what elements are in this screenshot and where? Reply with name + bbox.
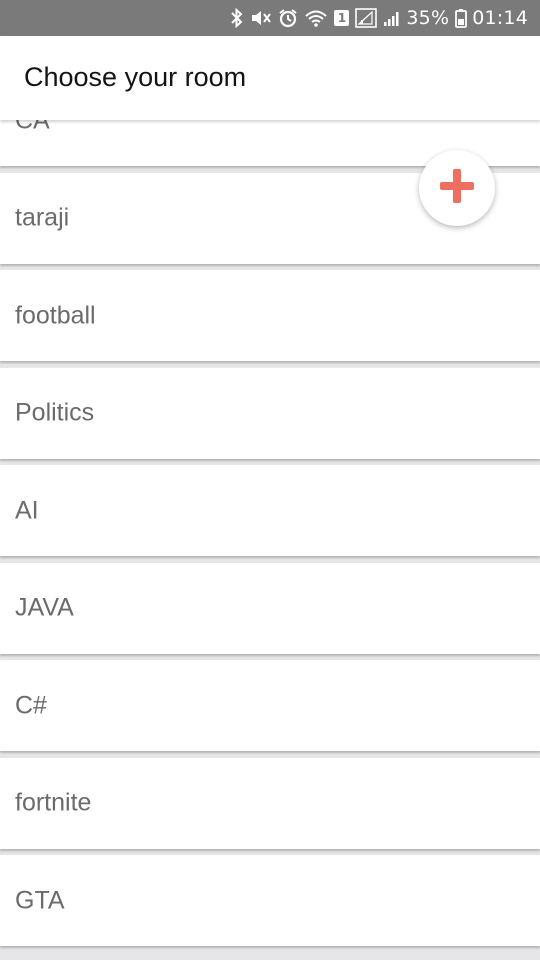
room-item[interactable]: fortnite <box>0 757 540 849</box>
clock: 01:14 <box>472 7 528 29</box>
page-title: Choose your room <box>24 62 247 92</box>
room-item[interactable]: Politics <box>0 367 540 459</box>
room-name: taraji <box>15 203 70 232</box>
battery-percent: 35% <box>406 7 450 29</box>
battery-icon <box>455 6 468 30</box>
room-name: fortnite <box>15 788 92 817</box>
signal-weak-icon <box>383 6 401 30</box>
app-bar: Choose your room <box>0 36 540 120</box>
room-item[interactable]: C# <box>0 660 540 751</box>
room-item[interactable]: GTA <box>0 855 540 946</box>
room-name: AI <box>15 496 39 524</box>
status-bar: 1 35% 01:14 <box>0 0 540 36</box>
room-item[interactable]: AI <box>0 465 540 556</box>
alarm-icon <box>278 6 298 30</box>
sim-icon: 1 <box>334 6 350 30</box>
sim-slot-badge: 1 <box>334 10 350 26</box>
room-item[interactable]: JAVA <box>0 562 540 654</box>
bluetooth-icon <box>230 6 244 30</box>
room-name: GTA <box>15 886 65 914</box>
wifi-icon <box>304 6 328 30</box>
room-item[interactable]: football <box>0 270 540 361</box>
room-name: C# <box>15 691 47 719</box>
room-name: Politics <box>15 398 95 427</box>
room-name: JAVA <box>15 593 74 622</box>
mute-icon <box>250 6 272 30</box>
plus-icon <box>438 167 476 210</box>
signal-icon <box>355 6 378 30</box>
room-name: football <box>15 301 96 329</box>
screen: 1 35% 01:14 CA taraji football Politics … <box>0 0 540 960</box>
add-room-button[interactable] <box>419 150 495 226</box>
